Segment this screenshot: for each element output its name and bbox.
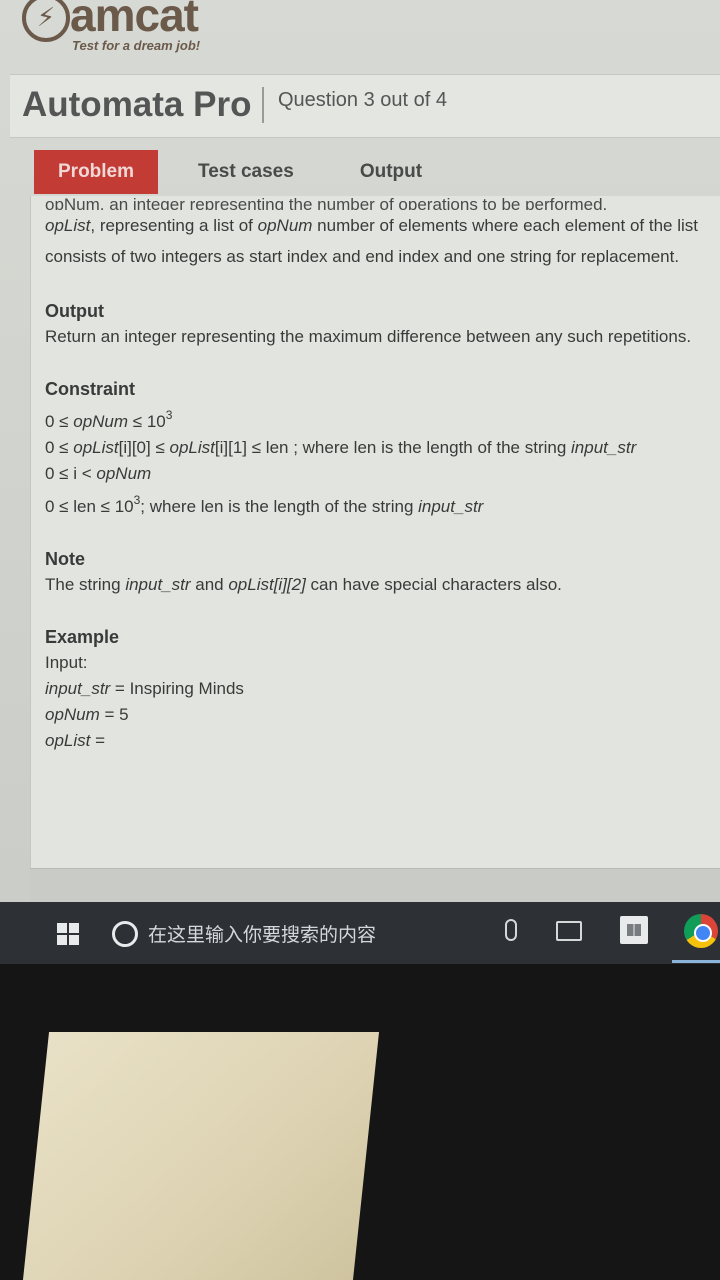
c2-b: opList	[73, 438, 119, 457]
ex-l1-b: = Inspiring Minds	[110, 679, 244, 698]
windows-taskbar: 在这里输入你要搜索的内容	[0, 902, 720, 964]
logo-tagline: Test for a dream job!	[72, 38, 201, 53]
product-title: Automata Pro	[22, 85, 252, 124]
output-heading: Output	[45, 301, 104, 321]
tab-problem[interactable]: Problem	[34, 150, 159, 194]
example-heading: Example	[45, 627, 120, 647]
c2-a: 0 ≤	[45, 438, 74, 457]
c3-a: 0 ≤ i <	[45, 464, 97, 483]
desk-paper	[22, 1032, 380, 1280]
active-app-indicator	[672, 960, 720, 963]
constraint-3: 0 ≤ i < opNum	[45, 461, 705, 487]
tab-bar: Problem Test cases Output	[34, 150, 454, 196]
c2-c: [i][0] ≤	[118, 438, 170, 457]
input-description: opList, representing a list of opNum num…	[45, 210, 705, 272]
note-heading: Note	[45, 549, 85, 569]
note-e: can have special characters also.	[305, 575, 562, 594]
c3-b: opNum	[96, 464, 152, 483]
input-text: , representing a list of	[90, 216, 258, 235]
c1-c: ≤ 10	[128, 412, 166, 431]
example-line-2: opNum = 5	[45, 702, 705, 728]
c4-c: input_str	[418, 497, 484, 516]
note-d: opList[i][2]	[228, 575, 306, 594]
note-text: The string input_str and opList[i][2] ca…	[45, 572, 705, 598]
problem-content-panel[interactable]: opNum, an integer representing the numbe…	[30, 196, 720, 868]
ex-l1-a: input_str	[45, 679, 111, 698]
c2-f: input_str	[571, 438, 637, 457]
note-c: and	[190, 575, 229, 594]
c2-e: [i][1] ≤ len ; where len is the length o…	[214, 438, 572, 457]
amcat-logo-icon: ⚡	[22, 0, 70, 42]
question-counter: Question 3 out of 4	[278, 89, 448, 111]
windows-start-icon[interactable]	[57, 923, 79, 945]
c1-b: opNum	[73, 412, 129, 431]
c4-a: 0 ≤ len ≤ 10	[45, 497, 134, 516]
oplist-term: opList	[45, 216, 91, 235]
cortana-icon[interactable]	[112, 921, 138, 947]
amcat-logo-text: amcat	[70, 0, 199, 41]
monitor-screen: ⚡ amcat Test for a dream job! Automata P…	[0, 0, 720, 970]
example-input-label: Input:	[45, 653, 88, 672]
c1-a: 0 ≤	[45, 412, 74, 431]
constraint-2: 0 ≤ opList[i][0] ≤ opList[i][1] ≤ len ; …	[45, 435, 705, 461]
note-a: The string	[45, 575, 126, 594]
store-icon[interactable]	[620, 916, 648, 944]
constraint-1: 0 ≤ opNum ≤ 103	[45, 402, 705, 435]
c4-b: ; where len is the length of the string	[140, 497, 419, 516]
microphone-icon[interactable]	[505, 919, 517, 941]
tab-output[interactable]: Output	[336, 150, 446, 194]
constraint-heading: Constraint	[45, 379, 135, 399]
ex-l3-b: =	[90, 731, 106, 750]
constraint-4: 0 ≤ len ≤ 103; where len is the length o…	[45, 487, 705, 520]
c1-sup: 3	[165, 408, 173, 422]
logo-bar: ⚡ amcat Test for a dream job!	[0, 0, 720, 72]
tab-test-cases[interactable]: Test cases	[174, 150, 318, 194]
header-bar: Automata Pro Question 3 out of 4	[10, 74, 720, 138]
ex-l3-a: opList	[45, 731, 91, 750]
header-divider	[262, 87, 264, 123]
example-line-3: opList =	[45, 728, 705, 754]
problem-text: opNum, an integer representing the numbe…	[45, 196, 705, 754]
footer-strip	[30, 868, 720, 902]
example-line-1: input_str = Inspiring Minds	[45, 676, 705, 702]
partial-line: opNum, an integer representing the numbe…	[45, 196, 608, 210]
task-view-icon[interactable]	[556, 921, 582, 941]
ex-l2-b: = 5	[99, 705, 129, 724]
chrome-icon[interactable]	[684, 914, 718, 948]
c2-d: opList	[169, 438, 215, 457]
note-b: input_str	[125, 575, 191, 594]
output-text: Return an integer representing the maxim…	[45, 327, 692, 346]
taskbar-search-input[interactable]: 在这里输入你要搜索的内容	[148, 920, 376, 947]
ex-l2-a: opNum	[45, 705, 100, 724]
opnum-term: opNum	[257, 216, 313, 235]
